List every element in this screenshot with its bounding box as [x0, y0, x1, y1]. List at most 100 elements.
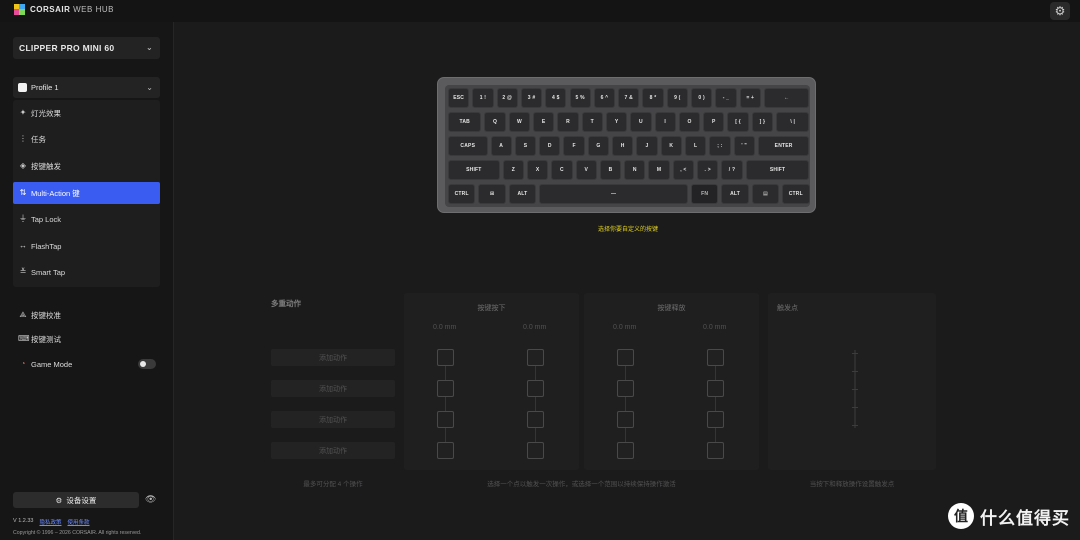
privacy-link[interactable]: 隐私政策: [40, 518, 62, 526]
device-name: CLIPPER PRO MINI 60: [19, 43, 115, 53]
key-0-13[interactable]: ←: [763, 88, 810, 108]
eye-icon[interactable]: 👁: [145, 494, 156, 505]
key-2-7[interactable]: J: [636, 136, 658, 156]
key-3-6[interactable]: N: [624, 160, 646, 180]
key-0-5[interactable]: 5 %: [569, 88, 591, 108]
menu-item-key-actuation[interactable]: ◈ 按键触发: [13, 155, 160, 177]
menu-item-multi-action[interactable]: ⇅ Multi-Action 键: [13, 182, 160, 204]
press-slot[interactable]: [527, 349, 544, 366]
release-slot[interactable]: [617, 411, 634, 428]
menu-item-smart-tap[interactable]: ≚ Smart Tap: [13, 261, 160, 283]
key-2-9[interactable]: L: [684, 136, 707, 156]
key-4-3[interactable]: —: [539, 184, 688, 204]
key-1-5[interactable]: T: [581, 112, 603, 132]
release-slot[interactable]: [707, 380, 724, 397]
key-0-7[interactable]: 7 &: [618, 88, 640, 108]
tool-key-calibration[interactable]: ⟁ 按键校准: [13, 306, 160, 324]
key-1-11[interactable]: [ {: [727, 112, 749, 132]
press-slot[interactable]: [527, 380, 544, 397]
profile-select[interactable]: Profile 1 ⌄: [13, 77, 160, 98]
key-2-8[interactable]: K: [660, 136, 682, 156]
key-1-2[interactable]: W: [508, 112, 531, 132]
press-slot[interactable]: [527, 411, 544, 428]
press-slot[interactable]: [527, 442, 544, 459]
key-1-9[interactable]: O: [678, 112, 701, 132]
release-slot[interactable]: [617, 380, 634, 397]
key-3-3[interactable]: C: [551, 160, 573, 180]
key-0-3[interactable]: 3 #: [520, 88, 543, 108]
key-3-8[interactable]: , <: [672, 160, 695, 180]
tool-key-test[interactable]: ⌨ 按键测试: [13, 330, 160, 348]
flashtap-icon: ↔: [19, 241, 27, 250]
key-0-2[interactable]: 2 @: [496, 88, 518, 108]
key-0-8[interactable]: 8 *: [642, 88, 664, 108]
key-4-6[interactable]: ▤: [751, 184, 780, 204]
add-action-button[interactable]: 添加动作: [271, 380, 395, 397]
key-3-1[interactable]: Z: [502, 160, 524, 180]
key-0-12[interactable]: = +: [739, 88, 761, 108]
key-2-10[interactable]: ; :: [709, 136, 731, 156]
key-1-3[interactable]: E: [533, 112, 555, 132]
key-3-2[interactable]: X: [526, 160, 549, 180]
press-slot[interactable]: [437, 380, 454, 397]
release-slot[interactable]: [617, 349, 634, 366]
key-1-0[interactable]: TAB: [448, 112, 482, 132]
key-1-7[interactable]: U: [630, 112, 652, 132]
release-slot[interactable]: [707, 349, 724, 366]
key-2-12[interactable]: ENTER: [757, 136, 810, 156]
device-select[interactable]: CLIPPER PRO MINI 60 ⌄: [13, 37, 160, 59]
gear-icon[interactable]: ⚙: [1050, 2, 1070, 20]
key-3-7[interactable]: M: [648, 160, 670, 180]
release-slot[interactable]: [707, 411, 724, 428]
add-action-button[interactable]: 添加动作: [271, 349, 395, 366]
key-3-4[interactable]: V: [575, 160, 597, 180]
key-4-2[interactable]: ALT: [508, 184, 537, 204]
key-2-4[interactable]: F: [563, 136, 585, 156]
key-2-3[interactable]: D: [539, 136, 561, 156]
key-3-11[interactable]: SHIFT: [745, 160, 810, 180]
key-2-6[interactable]: H: [612, 136, 634, 156]
key-2-0[interactable]: CAPS: [448, 136, 488, 156]
key-1-12[interactable]: ] }: [751, 112, 774, 132]
key-0-9[interactable]: 9 (: [666, 88, 688, 108]
key-1-8[interactable]: I: [654, 112, 676, 132]
key-1-6[interactable]: Y: [605, 112, 628, 132]
key-0-1[interactable]: 1 !: [472, 88, 494, 108]
add-action-button[interactable]: 添加动作: [271, 411, 395, 428]
press-slot[interactable]: [437, 411, 454, 428]
key-2-2[interactable]: S: [514, 136, 537, 156]
key-0-11[interactable]: - _: [715, 88, 737, 108]
key-4-4[interactable]: FN: [691, 184, 719, 204]
key-4-5[interactable]: ALT: [721, 184, 749, 204]
terms-link[interactable]: 使用条款: [68, 518, 90, 526]
key-2-5[interactable]: G: [587, 136, 610, 156]
release-slot[interactable]: [617, 442, 634, 459]
press-slot[interactable]: [437, 442, 454, 459]
key-0-6[interactable]: 6 ^: [593, 88, 616, 108]
key-0-10[interactable]: 0 ): [691, 88, 713, 108]
menu-item-tasks[interactable]: ⋮ 任务: [13, 128, 160, 150]
key-3-5[interactable]: B: [599, 160, 622, 180]
key-4-7[interactable]: CTRL: [782, 184, 810, 204]
key-2-11[interactable]: ' ": [733, 136, 755, 156]
game-mode-toggle[interactable]: [138, 359, 156, 369]
device-settings-button[interactable]: ⚙ 设备设置: [13, 492, 139, 508]
slider-tick: [852, 389, 858, 390]
press-slot[interactable]: [437, 349, 454, 366]
add-action-button[interactable]: 添加动作: [271, 442, 395, 459]
key-2-1[interactable]: A: [490, 136, 512, 156]
key-1-1[interactable]: Q: [484, 112, 506, 132]
key-1-10[interactable]: P: [703, 112, 725, 132]
key-0-0[interactable]: ESC: [448, 88, 470, 108]
key-4-0[interactable]: CTRL: [448, 184, 476, 204]
key-0-4[interactable]: 4 $: [545, 88, 567, 108]
key-1-13[interactable]: \ |: [776, 112, 810, 132]
menu-item-lighting[interactable]: ✦ 灯光效果: [13, 102, 160, 124]
key-4-1[interactable]: ⊞: [478, 184, 506, 204]
menu-item-flashtap[interactable]: ↔ FlashTap: [13, 235, 160, 257]
release-slot[interactable]: [707, 442, 724, 459]
key-3-10[interactable]: / ?: [721, 160, 743, 180]
key-1-4[interactable]: R: [557, 112, 579, 132]
key-3-0[interactable]: SHIFT: [448, 160, 500, 180]
key-3-9[interactable]: . >: [697, 160, 719, 180]
